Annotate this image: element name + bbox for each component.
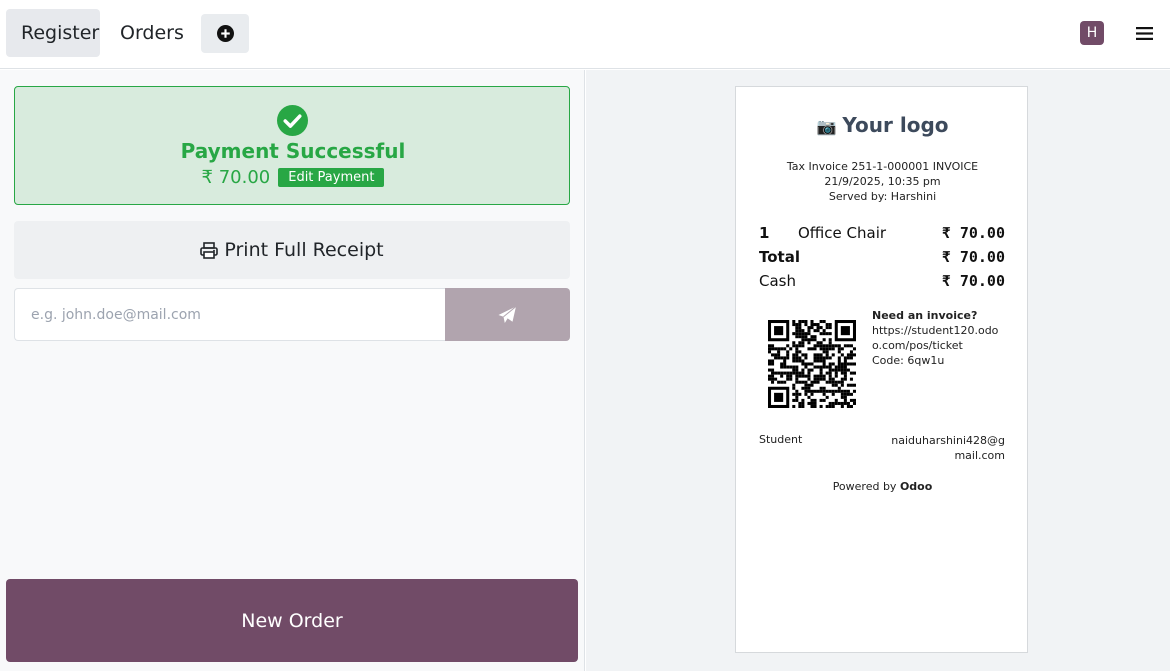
edit-payment-button[interactable]: Edit Payment [278, 168, 385, 187]
powered-prefix: Powered by [832, 480, 897, 493]
item-qty: 1 [759, 224, 770, 242]
total-value: ₹ 70.00 [941, 248, 1005, 266]
invoice-info: Tax Invoice 251-1-000001 INVOICE 21/9/20… [736, 159, 1029, 204]
powered-brand: Odoo [899, 480, 933, 493]
tab-register[interactable]: Register [6, 9, 100, 57]
add-order-button[interactable] [201, 14, 249, 53]
paid-amount: ₹ 70.00 [201, 167, 271, 188]
cash-label: Cash [759, 272, 796, 290]
new-order-button[interactable]: New Order [6, 579, 578, 662]
camera-icon: 📷 [816, 117, 837, 136]
receipt-logo: 📷 Your logo [736, 113, 1029, 137]
invoice-help: Need an invoice? https://student120.odoo… [872, 308, 1007, 368]
payment-status-panel: Payment Successful ₹ 70.00 Edit Payment … [0, 70, 585, 671]
powered-by: Powered by Odoo [736, 480, 1029, 493]
item-price: ₹ 70.00 [941, 224, 1005, 242]
company-email: naiduharshini428@gmail.com [891, 434, 1005, 462]
plus-circle-icon [216, 25, 234, 42]
paper-plane-icon [498, 305, 517, 323]
item-name: Office Chair [798, 224, 887, 242]
receipt-preview-panel: 📷 Your logo Tax Invoice 251-1-000001 INVO… [586, 70, 1170, 671]
served-by: Served by: Harshini [828, 190, 937, 203]
check-circle-icon [277, 105, 308, 136]
amount-row: ₹ 70.00 Edit Payment [15, 167, 571, 188]
hamburger-icon [1135, 26, 1153, 40]
invoice-code: Code: 6qw1u [872, 354, 945, 367]
total-label: Total [759, 248, 800, 266]
payment-success-box: Payment Successful ₹ 70.00 Edit Payment [14, 86, 570, 205]
receipt: 📷 Your logo Tax Invoice 251-1-000001 INVO… [735, 86, 1028, 653]
main-menu-button[interactable] [1130, 18, 1158, 48]
invoice-number: Tax Invoice 251-1-000001 INVOICE [786, 160, 979, 173]
top-navbar: Register Orders H [0, 0, 1170, 69]
print-receipt-button[interactable]: Print Full Receipt [14, 221, 570, 279]
printer-icon [200, 241, 219, 259]
cash-value: ₹ 70.00 [941, 272, 1005, 290]
user-avatar[interactable]: H [1080, 21, 1104, 45]
payment-status-title: Payment Successful [180, 139, 406, 163]
company-name: Student [759, 433, 803, 446]
email-input[interactable] [14, 288, 446, 341]
invoice-datetime: 21/9/2025, 10:35 pm [824, 175, 941, 188]
send-email-button[interactable] [445, 288, 570, 341]
logo-text: Your logo [842, 113, 949, 137]
print-receipt-label: Print Full Receipt [224, 239, 384, 261]
invoice-prompt: Need an invoice? [872, 309, 978, 322]
tab-orders[interactable]: Orders [105, 9, 190, 57]
invoice-url: https://student120.odoo.com/pos/ticket [872, 324, 999, 352]
qr-code-icon [768, 320, 856, 408]
